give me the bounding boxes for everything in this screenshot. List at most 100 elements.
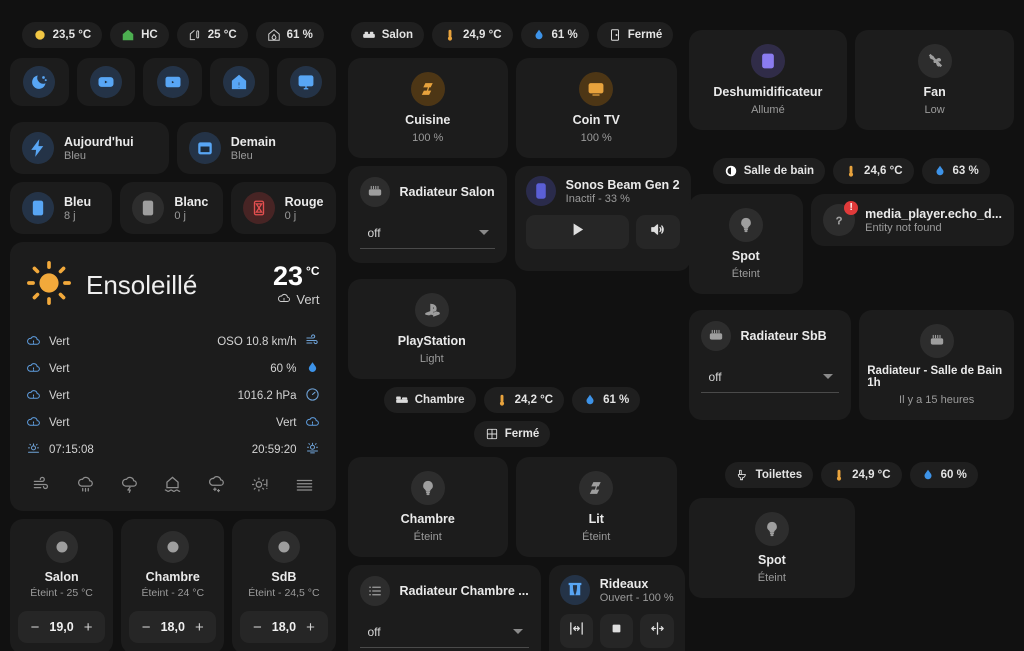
sunrise-icon (26, 441, 41, 459)
light-card-lit[interactable]: Lit Éteint (516, 457, 677, 557)
tempo-tomorrow-card[interactable]: Demain Bleu (176, 122, 336, 174)
increase-button[interactable]: + (81, 620, 95, 635)
tv-play-icon (156, 66, 189, 98)
chip-indoor-temperature[interactable]: 25 °C (176, 22, 248, 48)
chip-chambre-area[interactable]: Chambre (383, 387, 476, 413)
temperature-stepper[interactable]: − 19,0 + (18, 611, 106, 643)
weather-detail-row: Vert 60 % (26, 360, 320, 378)
temperature-stepper[interactable]: − 18,0 + (129, 611, 217, 643)
chip-toilet-humidity[interactable]: 60 % (909, 462, 978, 488)
wind-icon[interactable] (32, 475, 51, 499)
monitor-off-button[interactable] (276, 58, 336, 106)
tempo-blue-days-card[interactable]: Bleu 8 j (10, 182, 113, 234)
entity-name: Rideaux (599, 576, 649, 591)
chip-salon-humidity[interactable]: 61 % (520, 22, 589, 48)
select-card-radiateur-chambre[interactable]: Radiateur Chambre ... off (347, 565, 541, 651)
chip-chambre-temperature[interactable]: 24,2 °C (483, 387, 565, 413)
thermostat-icon (45, 531, 78, 563)
temperature-stepper[interactable]: − 18,0 + (240, 611, 328, 643)
selected-option: off (367, 225, 381, 240)
error-badge: ! (844, 201, 859, 215)
light-card-cuisine[interactable]: Cuisine 100 % (347, 58, 508, 158)
radiator-icon (919, 324, 954, 358)
preset-select[interactable]: off (359, 616, 529, 648)
weather-detail-row: Vert OSO 10.8 km/h (26, 333, 320, 351)
night-mode-button[interactable] (10, 58, 69, 106)
weather-card[interactable]: Ensoleillé 23 °C Vert Vert OSO 10.8 km/h… (10, 242, 336, 511)
water-drop-icon (583, 393, 597, 407)
chip-bathroom-temperature[interactable]: 24,6 °C (833, 158, 914, 184)
play-button[interactable] (525, 215, 629, 249)
cover-stop-button[interactable] (600, 614, 634, 648)
fan-card[interactable]: Fan Low (855, 30, 1014, 130)
media-card-playstation[interactable]: PlayStation Light (347, 279, 516, 379)
chip-tariff[interactable]: HC (110, 22, 169, 48)
cloud-alert-icon (26, 414, 41, 432)
tempo-white-days-card[interactable]: Blanc 0 j (120, 182, 223, 234)
chip-toilet-area[interactable]: Toilettes (724, 462, 814, 488)
tempo-red-days-card[interactable]: Rouge 0 j (230, 182, 336, 234)
cast-tv-button[interactable] (143, 58, 203, 106)
home-button[interactable] (210, 58, 269, 106)
chip-salon-temperature[interactable]: 24,9 °C (432, 22, 513, 48)
chip-chambre-humidity[interactable]: 61 % (572, 387, 641, 413)
youtube-button[interactable] (76, 58, 136, 106)
thermostat-card-salon[interactable]: Salon Éteint - 25 °C − 19,0 + (10, 519, 114, 651)
chip-salon-area[interactable]: Salon (350, 22, 425, 48)
rain-icon[interactable] (76, 475, 95, 499)
heat-icon[interactable] (251, 475, 270, 499)
salon-chip-row: Salon 24,9 °C 61 % Fermé (348, 22, 677, 48)
preset-select[interactable]: off (359, 217, 495, 249)
thunderstorm-icon[interactable] (120, 475, 139, 499)
door-icon (608, 28, 622, 42)
increase-button[interactable]: + (304, 620, 318, 635)
thermostat-card-sdb[interactable]: SdB Éteint - 24,5 °C − 18,0 + (232, 519, 336, 651)
entity-state: Bleu (230, 149, 253, 162)
tempo-today-card[interactable]: Aujourd'hui Bleu (10, 122, 169, 174)
thermometer-icon (495, 393, 509, 407)
light-strip-icon (579, 471, 614, 505)
decrease-button[interactable]: − (250, 620, 264, 635)
chip-chambre-window[interactable]: Fermé (473, 421, 551, 447)
increase-button[interactable]: + (192, 620, 206, 635)
light-card-chambre[interactable]: Chambre Éteint (347, 457, 508, 557)
thermostat-card-chambre[interactable]: Chambre Éteint - 24 °C − 18,0 + (121, 519, 225, 651)
entity-name: PlayStation (397, 334, 466, 348)
preset-select[interactable]: off (700, 361, 840, 393)
thermostat-row: Salon Éteint - 25 °C − 19,0 + Chambre Ét… (10, 519, 336, 651)
cover-card-rideaux[interactable]: Rideaux Ouvert - 100 % (548, 565, 685, 651)
media-player-card-sonos[interactable]: Sonos Beam Gen 2 Inactif - 33 % (514, 166, 691, 271)
decrease-button[interactable]: − (139, 620, 153, 635)
light-card-bathroom-spot[interactable]: Spot Éteint (688, 194, 804, 294)
decrease-button[interactable]: − (28, 620, 42, 635)
gauge-icon (305, 387, 320, 405)
salon-lights-row: Cuisine 100 % Coin TV 100 % (347, 58, 677, 158)
humidifier-card-dehumidifier[interactable]: Deshumidificateur Allumé (688, 30, 848, 130)
fog-icon[interactable] (295, 475, 314, 499)
script-card-radiateur-salle-de-bain[interactable]: Radiateur - Salle de Bain 1h Il y a 15 h… (859, 310, 1014, 420)
select-card-radiateur-sbb[interactable]: Radiateur SbB off (688, 310, 852, 420)
chip-indoor-humidity[interactable]: 61 % (255, 22, 324, 48)
entity-state: Low (924, 104, 945, 116)
entity-state: Éteint (413, 531, 442, 543)
snow-icon[interactable] (207, 475, 226, 499)
chip-label: Chambre (414, 394, 465, 406)
weather-condition: Ensoleillé (86, 270, 198, 300)
radiator-icon (359, 177, 390, 207)
chip-bathroom-area[interactable]: Salle de bain (712, 158, 826, 184)
chip-outdoor-temperature[interactable]: 23,5 °C (21, 22, 103, 48)
chip-salon-door[interactable]: Fermé (596, 22, 674, 48)
volume-button[interactable] (635, 215, 680, 249)
select-card-radiateur-salon[interactable]: Radiateur Salon off (347, 166, 507, 263)
chip-toilet-temperature[interactable]: 24,9 °C (821, 462, 902, 488)
light-card-coin-tv[interactable]: Coin TV 100 % (516, 58, 677, 158)
selected-option: off (367, 624, 381, 639)
cover-open-button[interactable] (559, 614, 594, 648)
chip-bathroom-humidity[interactable]: 63 % (921, 158, 990, 184)
cloud-alert-icon (26, 360, 41, 378)
cover-close-button[interactable] (640, 614, 674, 648)
light-card-toilet-spot[interactable]: Spot Éteint (688, 498, 856, 598)
flood-icon[interactable] (163, 475, 182, 499)
error-card-entity-not-found[interactable]: ? ! media_player.echo_d... Entity not fo… (811, 194, 1014, 246)
entity-state: Bleu (64, 149, 87, 162)
